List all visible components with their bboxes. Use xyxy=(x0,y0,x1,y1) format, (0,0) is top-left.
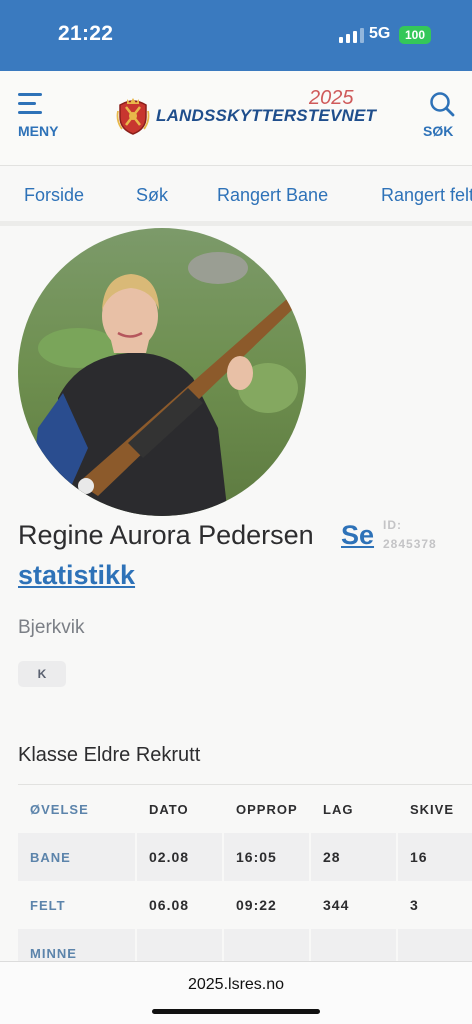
table-cell: 3 xyxy=(410,897,419,913)
battery-level: 100 xyxy=(404,28,426,42)
column-header-opprop: OPPROP xyxy=(224,785,311,833)
column-header-ovelse: ØVELSE xyxy=(18,785,137,833)
column-header-dato: DATO xyxy=(137,785,224,833)
browser-bottom-bar: 2025.lsres.no xyxy=(0,961,472,1024)
hamburger-icon xyxy=(18,93,42,120)
table-cell: FELT xyxy=(18,881,137,929)
site-header: MENY 2025 LANDSSKYTTERSTEVNET SØK xyxy=(0,71,472,166)
menu-button[interactable]: MENY xyxy=(18,91,68,143)
class-title: Klasse Eldre Rekrutt xyxy=(18,744,201,766)
home-indicator[interactable] xyxy=(152,1009,320,1014)
table-cell: 06.08 xyxy=(137,881,224,929)
column-header-skive: SKIVE xyxy=(410,801,455,817)
tab-sok[interactable]: Søk xyxy=(136,185,168,206)
logo-text: LANDSSKYTTERSTEVNET xyxy=(156,106,377,125)
search-button[interactable]: SØK xyxy=(420,91,460,143)
tab-bar: Forside Søk Rangert Bane Rangert felt xyxy=(0,166,472,226)
table-row: FELT 06.08 09:22 344 3 xyxy=(18,881,472,929)
page: 21:22 5G 100 MENY 2025 LANDSSKYTTERSTEVN… xyxy=(0,0,472,1024)
status-time: 21:22 xyxy=(58,22,114,45)
cellular-signal-icon xyxy=(339,27,364,43)
table-cell: 16:05 xyxy=(224,833,311,881)
tab-forside[interactable]: Forside xyxy=(24,185,84,206)
athlete-id: 2845378 xyxy=(383,537,437,551)
athlete-header: Regine Aurora Pedersen Se statistikk ID:… xyxy=(18,518,458,594)
statistics-link[interactable]: Se xyxy=(341,520,374,551)
network-type: 5G xyxy=(369,25,391,42)
table-cell: 09:22 xyxy=(224,881,311,929)
athlete-photo xyxy=(18,228,306,516)
table-cell: 28 xyxy=(311,833,398,881)
crest-icon xyxy=(116,98,150,135)
address-bar[interactable]: 2025.lsres.no xyxy=(0,976,472,994)
schedule-table: ØVELSE DATO OPPROP LAG SKIVE BANE 02.08 … xyxy=(18,784,472,977)
table-row: BANE 02.08 16:05 28 16 xyxy=(18,833,472,881)
tab-rangert-felt[interactable]: Rangert felt xyxy=(381,185,472,206)
search-icon xyxy=(430,92,455,117)
table-header-row: ØVELSE DATO OPPROP LAG SKIVE xyxy=(18,785,472,833)
athlete-name: Regine Aurora Pedersen xyxy=(18,520,314,550)
site-logo[interactable]: 2025 LANDSSKYTTERSTEVNET xyxy=(116,87,376,137)
club-name: Bjerkvik xyxy=(18,617,85,638)
gender-badge: K xyxy=(18,661,66,687)
search-label: SØK xyxy=(423,123,454,139)
status-bar: 21:22 5G 100 xyxy=(0,0,472,71)
statistics-link-continued[interactable]: statistikk xyxy=(18,560,135,591)
table-cell: 16 xyxy=(410,849,428,865)
table-cell: 344 xyxy=(311,881,398,929)
column-header-lag: LAG xyxy=(311,785,398,833)
menu-label: MENY xyxy=(18,123,59,139)
tab-rangert-bane[interactable]: Rangert Bane xyxy=(217,185,328,206)
table-cell: BANE xyxy=(18,833,137,881)
id-label: ID: xyxy=(383,518,402,532)
table-cell: 02.08 xyxy=(137,833,224,881)
athlete-photo-image xyxy=(18,228,306,516)
battery-icon: 100 xyxy=(399,26,431,44)
